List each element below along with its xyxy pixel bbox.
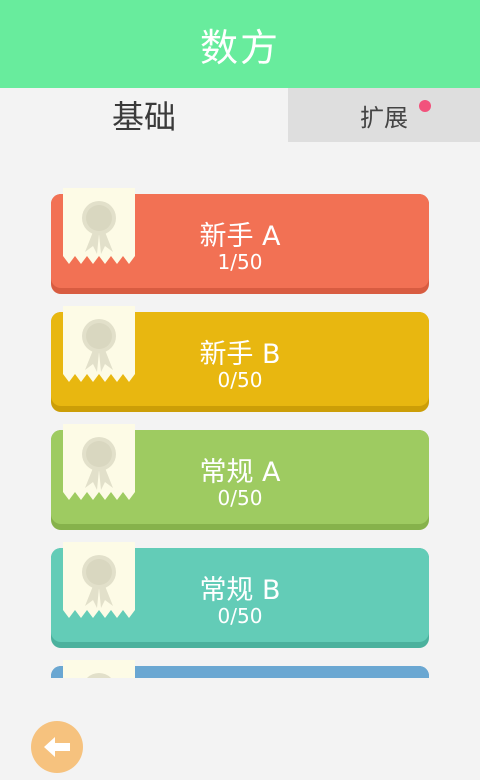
tab-basic[interactable]: 基础: [0, 88, 288, 142]
level-progress: 0/50: [217, 368, 263, 392]
level-name: 常规 A: [199, 457, 281, 488]
app-header: 数方: [0, 0, 480, 88]
app-title: 数方: [199, 25, 280, 70]
tab-extended[interactable]: 扩展: [288, 88, 480, 142]
tab-basic-label: 基础: [111, 98, 176, 136]
level-list[interactable]: 新手 A 1/50 新手 B 0/50 常规 A 0/50 常规 B 0/50: [0, 142, 480, 678]
tab-extended-label: 扩展: [360, 103, 408, 132]
level-card[interactable]: [51, 660, 429, 678]
back-button[interactable]: [31, 721, 83, 773]
level-card[interactable]: 新手 A 1/50: [51, 188, 429, 294]
notification-dot: [419, 100, 431, 112]
level-card[interactable]: 新手 B 0/50: [51, 306, 429, 412]
level-name: 新手 B: [199, 339, 281, 370]
level-progress: 0/50: [217, 604, 263, 628]
level-progress: 0/50: [217, 486, 263, 510]
tab-bar: 基础 扩展: [0, 88, 480, 142]
level-progress: 1/50: [217, 250, 263, 274]
level-card[interactable]: 常规 A 0/50: [51, 424, 429, 530]
level-card[interactable]: 常规 B 0/50: [51, 542, 429, 648]
award-ribbon-icon: [63, 660, 135, 678]
level-name: 新手 A: [199, 221, 281, 252]
level-name: 常规 B: [199, 575, 281, 606]
arrow-left-icon: [44, 737, 70, 757]
